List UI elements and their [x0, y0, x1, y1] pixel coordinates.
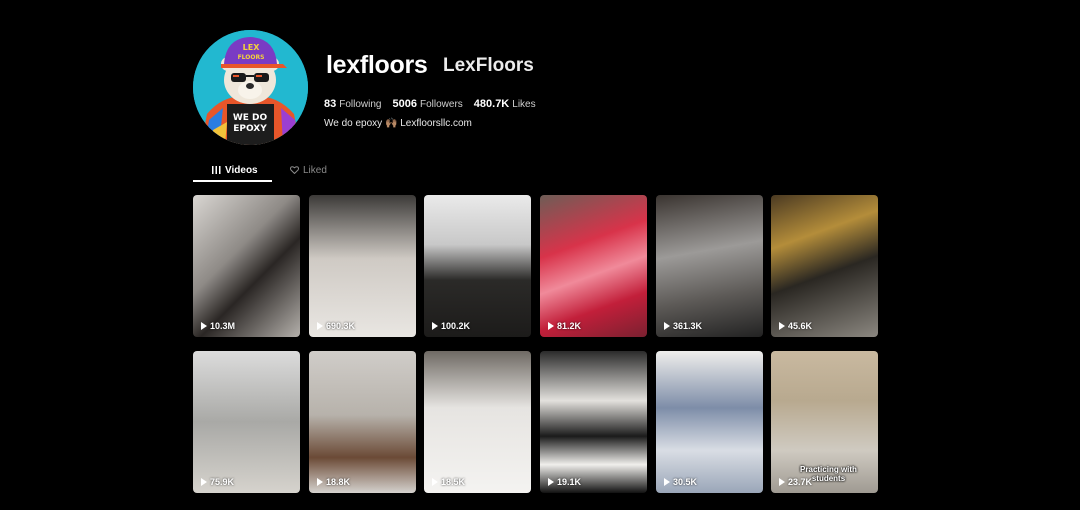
tab-videos-label: Videos: [225, 164, 258, 176]
play-icon: [664, 322, 670, 330]
followers-count: 5006: [392, 98, 417, 110]
tab-liked-label: Liked: [303, 164, 327, 176]
view-count: 81.2K: [548, 321, 581, 331]
video-card[interactable]: 45.6K: [771, 195, 878, 337]
video-card[interactable]: 81.2K: [540, 195, 647, 337]
view-count: 30.5K: [664, 477, 697, 487]
shirt-text-1: WE DO: [233, 113, 268, 123]
following-stat[interactable]: 83 Following: [324, 98, 382, 110]
view-count-text: 81.2K: [557, 321, 582, 331]
hat-text-1: LEX: [243, 43, 261, 52]
view-count: 361.3K: [664, 321, 702, 331]
video-card[interactable]: 75.9K: [193, 351, 300, 493]
hat-text-2: FLOORS: [238, 54, 265, 61]
video-card[interactable]: 18.8K: [309, 351, 416, 493]
view-count: 75.9K: [201, 477, 234, 487]
likes-label: Likes: [512, 99, 536, 110]
video-card[interactable]: 10.3M: [193, 195, 300, 337]
likes-stat: 480.7K Likes: [474, 98, 536, 110]
play-icon: [317, 322, 323, 330]
view-count-text: 75.9K: [210, 477, 235, 487]
view-count: 45.6K: [779, 321, 812, 331]
video-card[interactable]: 690.3K: [309, 195, 416, 337]
view-count-text: 18.5K: [441, 477, 466, 487]
following-label: Following: [339, 99, 382, 110]
video-card[interactable]: Practicing with students 23.7K: [771, 351, 878, 493]
view-count: 100.2K: [432, 321, 470, 331]
likes-count: 480.7K: [473, 98, 510, 110]
play-icon: [432, 322, 438, 330]
view-count: 10.3M: [201, 321, 235, 331]
view-count-text: 18.8K: [326, 477, 351, 487]
play-icon: [548, 478, 554, 486]
play-icon: [432, 478, 438, 486]
view-count: 690.3K: [317, 321, 355, 331]
bear-mascot-avatar-image: WE DO EPOXY LEX FLOORS: [193, 30, 308, 145]
view-count: 18.5K: [432, 477, 465, 487]
profile-nickname: LexFloors: [443, 55, 534, 76]
view-count-text: 23.7K: [788, 477, 813, 487]
followers-stat[interactable]: 5006 Followers: [393, 98, 463, 110]
play-icon: [201, 478, 207, 486]
active-tab-indicator: [193, 180, 272, 182]
view-count-text: 10.3M: [210, 321, 236, 331]
video-card[interactable]: 361.3K: [656, 195, 763, 337]
profile-bio: We do epoxy 🙌🏽 Lexfloorsllc.com: [324, 118, 472, 129]
view-count-text: 690.3K: [326, 321, 356, 331]
heart-outline-icon: [290, 166, 299, 174]
view-count-text: 30.5K: [673, 477, 698, 487]
shirt-text-2: EPOXY: [233, 124, 267, 134]
view-count: 19.1K: [548, 477, 581, 487]
view-count: 23.7K: [779, 477, 812, 487]
video-card[interactable]: 19.1K: [540, 351, 647, 493]
video-card[interactable]: 30.5K: [656, 351, 763, 493]
play-icon: [201, 322, 207, 330]
view-count-text: 100.2K: [441, 321, 471, 331]
view-count-text: 45.6K: [788, 321, 813, 331]
play-icon: [317, 478, 323, 486]
profile-avatar[interactable]: WE DO EPOXY LEX FLOORS: [193, 30, 308, 145]
tab-liked[interactable]: Liked: [290, 160, 327, 180]
view-count: 18.8K: [317, 477, 350, 487]
video-card[interactable]: 18.5K: [424, 351, 531, 493]
profile-username: lexfloors: [326, 51, 428, 79]
following-count: 83: [324, 98, 337, 110]
play-icon: [664, 478, 670, 486]
play-icon: [779, 322, 785, 330]
view-count-text: 361.3K: [673, 321, 703, 331]
followers-label: Followers: [419, 99, 463, 110]
video-card[interactable]: 100.2K: [424, 195, 531, 337]
profile-stats: 83 Following 5006 Followers 480.7K Likes: [324, 98, 536, 110]
view-count-text: 19.1K: [557, 477, 582, 487]
grid-icon: [212, 166, 221, 174]
play-icon: [779, 478, 785, 486]
tab-videos[interactable]: Videos: [212, 160, 258, 180]
play-icon: [548, 322, 554, 330]
profile-tabs: Videos Liked: [193, 160, 878, 182]
